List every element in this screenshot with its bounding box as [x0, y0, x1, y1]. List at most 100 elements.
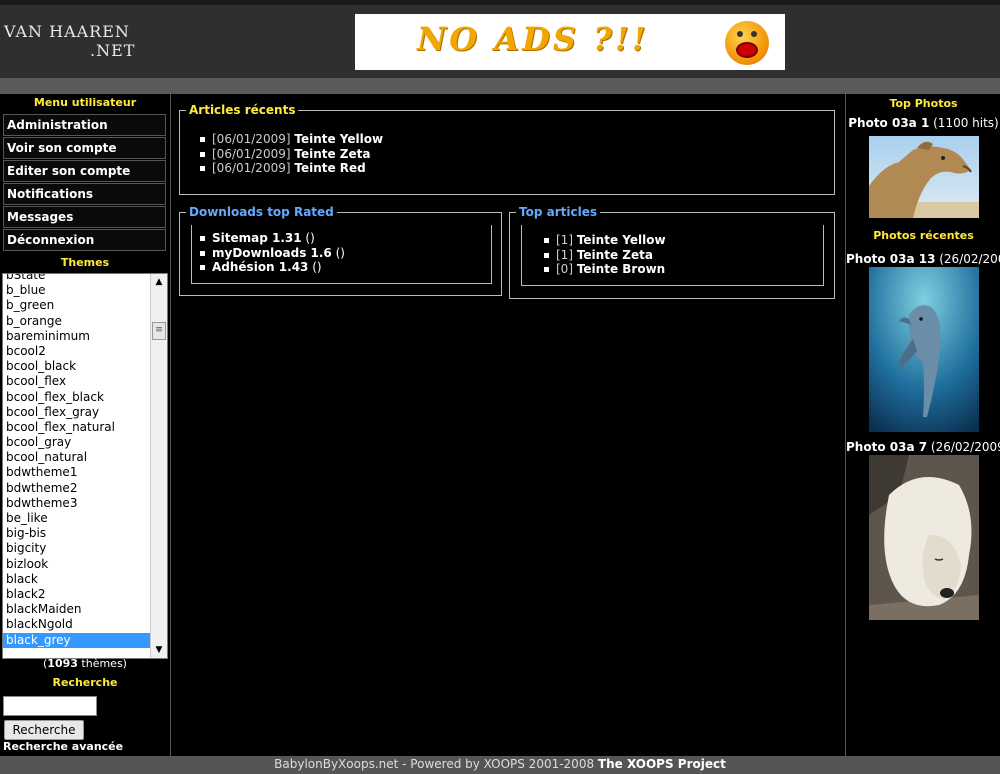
menu-item-administration[interactable]: Administration: [3, 114, 166, 136]
theme-option[interactable]: b_green: [3, 298, 167, 313]
downloads-block: Downloads top Rated Sitemap 1.31 () myDo…: [179, 205, 502, 296]
theme-option[interactable]: black_grey: [3, 632, 167, 648]
advanced-search-link[interactable]: Recherche avancée: [3, 740, 123, 753]
article-link[interactable]: Teinte Yellow: [577, 233, 666, 247]
theme-option[interactable]: bdwtheme1: [3, 465, 167, 480]
download-extra: (): [301, 231, 315, 245]
count-value: 1093: [47, 657, 78, 670]
download-extra: (): [331, 245, 345, 260]
article-date: [06/01/2009]: [212, 146, 291, 161]
search-input[interactable]: [3, 696, 97, 716]
polar-bear-photo[interactable]: [869, 455, 979, 620]
dolphin-photo[interactable]: [869, 267, 979, 432]
theme-option[interactable]: bcool_black: [3, 359, 167, 374]
theme-option[interactable]: bcool_flex: [3, 374, 167, 389]
center-column: Articles récents [06/01/2009] Teinte Yel…: [171, 94, 844, 756]
theme-option[interactable]: b_blue: [3, 283, 167, 298]
list-item[interactable]: [06/01/2009] Teinte Red: [198, 161, 834, 176]
list-item[interactable]: myDownloads 1.6 (): [198, 246, 491, 261]
list-item[interactable]: Sitemap 1.31 (): [198, 231, 491, 246]
recent-articles-block: Articles récents [06/01/2009] Teinte Yel…: [179, 103, 835, 195]
recent-photo-caption-2[interactable]: Photo 03a 7 (26/02/2009): [846, 440, 1000, 454]
ad-text: NO ADS ?!!: [417, 20, 649, 58]
download-link[interactable]: Sitemap 1.31: [212, 231, 302, 245]
article-link[interactable]: Teinte Zeta: [577, 248, 653, 262]
menu-item-notifications[interactable]: Notifications: [3, 183, 166, 205]
top-photo-caption[interactable]: Photo 03a 1 (1100 hits): [846, 116, 1000, 130]
eye-right: [751, 31, 757, 37]
search-button[interactable]: Recherche: [4, 720, 84, 740]
footer-link[interactable]: The XOOPS Project: [598, 757, 726, 771]
scroll-up-icon[interactable]: ▲: [151, 274, 167, 290]
article-link[interactable]: Teinte Brown: [577, 262, 665, 276]
theme-option[interactable]: be_like: [3, 511, 167, 526]
theme-option[interactable]: bcool_gray: [3, 435, 167, 450]
menu-item-deconnexion[interactable]: Déconnexion: [3, 229, 166, 251]
menu-item-messages[interactable]: Messages: [3, 206, 166, 228]
eye-left: [737, 31, 743, 37]
list-item[interactable]: [1] Teinte Zeta: [542, 248, 823, 263]
menu-item-voir-compte[interactable]: Voir son compte: [3, 137, 166, 159]
scrollbar[interactable]: ▲ ≡ ▼: [150, 274, 167, 658]
download-link[interactable]: myDownloads 1.6: [212, 246, 332, 260]
article-link[interactable]: Teinte Yellow: [294, 132, 383, 146]
theme-option[interactable]: blackMaiden: [3, 602, 167, 617]
list-item[interactable]: [0] Teinte Brown: [542, 262, 823, 277]
list-item[interactable]: [06/01/2009] Teinte Zeta: [198, 147, 834, 162]
theme-option[interactable]: black2: [3, 587, 167, 602]
download-extra: (): [308, 260, 322, 274]
user-menu: Administration Voir son compte Editer so…: [3, 114, 166, 251]
screaming-face-icon: [725, 21, 769, 65]
scroll-thumb[interactable]: ≡: [152, 322, 166, 340]
theme-option[interactable]: bcool_flex_natural: [3, 420, 167, 435]
recent-articles-list: [06/01/2009] Teinte Yellow [06/01/2009] …: [198, 132, 834, 176]
article-link[interactable]: Teinte Red: [294, 161, 365, 175]
photo-meta: (1100 hits): [929, 116, 999, 130]
recent-articles-title: Articles récents: [189, 103, 296, 117]
scroll-down-icon[interactable]: ▼: [151, 642, 167, 658]
list-item[interactable]: [06/01/2009] Teinte Yellow: [198, 132, 834, 147]
theme-option[interactable]: black: [3, 572, 167, 587]
photo-name[interactable]: Photo 03a 7: [846, 440, 927, 454]
downloads-inner: Sitemap 1.31 () myDownloads 1.6 () Adhés…: [191, 225, 492, 284]
theme-option[interactable]: bigcity: [3, 541, 167, 556]
top-articles-title: Top articles: [519, 205, 597, 219]
theme-option[interactable]: bState: [3, 274, 167, 283]
theme-option[interactable]: bcool_natural: [3, 450, 167, 465]
photo-name[interactable]: Photo 03a 13: [846, 252, 935, 266]
photo-meta: (26/02/2009): [930, 440, 1000, 454]
theme-option[interactable]: blackNgold: [3, 617, 167, 632]
menu-item-editer-compte[interactable]: Editer son compte: [3, 160, 166, 182]
photo-meta: (26/02/2009): [939, 252, 1000, 266]
article-count: [0]: [556, 262, 573, 276]
site-logo[interactable]: VAN HAAREN .NET: [4, 22, 135, 60]
theme-option[interactable]: bareminimum: [3, 329, 167, 344]
theme-option[interactable]: bcool2: [3, 344, 167, 359]
download-link[interactable]: Adhésion 1.43: [212, 260, 308, 274]
top-articles-list: [1] Teinte Yellow [1] Teinte Zeta [0] Te…: [542, 233, 823, 277]
search-title: Recherche: [52, 676, 118, 689]
right-column: Top Photos Photo 03a 1 (1100 hits) Photo…: [845, 94, 1000, 756]
ad-banner[interactable]: NO ADS ?!!: [355, 14, 785, 70]
recent-photo-caption-1[interactable]: Photo 03a 13 (26/02/2009): [846, 252, 1000, 266]
themes-listbox[interactable]: bState b_blue b_green b_orange bareminimum bc…: [2, 273, 168, 659]
article-date: [06/01/2009]: [212, 161, 291, 175]
header-top-line: [0, 0, 1000, 5]
list-item[interactable]: Adhésion 1.43 (): [198, 260, 491, 275]
mouth: [736, 42, 758, 58]
article-link[interactable]: Teinte Zeta: [294, 147, 370, 161]
article-date: [06/01/2009]: [212, 132, 291, 146]
theme-option[interactable]: b_orange: [3, 314, 167, 329]
theme-option[interactable]: bizlook: [3, 557, 167, 572]
article-count: [1]: [556, 233, 573, 247]
photo-name[interactable]: Photo 03a 1: [848, 116, 929, 130]
theme-option[interactable]: bdwtheme3: [3, 496, 167, 511]
left-column: Menu utilisateur Administration Voir son…: [0, 94, 171, 756]
list-item[interactable]: [1] Teinte Yellow: [542, 233, 823, 248]
top-articles-inner: [1] Teinte Yellow [1] Teinte Zeta [0] Te…: [521, 225, 824, 286]
theme-option[interactable]: big-bis: [3, 526, 167, 541]
camel-photo[interactable]: [869, 136, 979, 218]
theme-option[interactable]: bcool_flex_black: [3, 390, 167, 405]
theme-option[interactable]: bcool_flex_gray: [3, 405, 167, 420]
theme-option[interactable]: bdwtheme2: [3, 481, 167, 496]
